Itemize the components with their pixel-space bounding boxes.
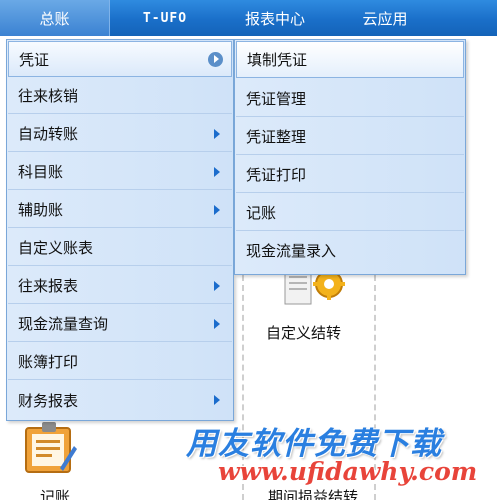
menu-item-cash-flow-query[interactable]: 现金流量查询	[8, 306, 232, 342]
menu-item-label: 财务报表	[18, 391, 79, 410]
submenu-item-label: 记账	[246, 203, 277, 222]
submenu-item-label: 凭证打印	[246, 165, 307, 184]
chevron-right-icon	[214, 129, 220, 139]
menu-item-custom-reports[interactable]: 自定义账表	[8, 230, 232, 266]
submenu-arrow-icon	[208, 52, 223, 67]
period-profit-loss-label: 期间损益结转	[268, 488, 359, 500]
menu-item-label: 现金流量查询	[18, 315, 109, 333]
top-menubar: 总账 T-UFO 报表中心 云应用	[0, 0, 497, 36]
menu-item-ar-ap-reports[interactable]: 往来报表	[8, 268, 232, 304]
menubar-general-ledger[interactable]: 总账	[0, 0, 110, 36]
menubar-t-ufo[interactable]: T-UFO	[110, 0, 220, 36]
menu-item-label: 自动转账	[18, 125, 79, 143]
submenu-item-post[interactable]: 记账	[236, 194, 464, 231]
menu-item-ledger-print[interactable]: 账簿打印	[8, 344, 232, 380]
chevron-right-icon	[214, 205, 220, 215]
chevron-right-icon	[214, 319, 220, 329]
submenu-item-voucher-management[interactable]: 凭证管理	[236, 80, 464, 117]
menu-item-label: 往来报表	[18, 277, 79, 295]
submenu-item-fill-voucher[interactable]: 填制凭证	[236, 41, 464, 78]
submenu-item-voucher-print[interactable]: 凭证打印	[236, 156, 464, 193]
menu-item-label: 凭证	[19, 50, 50, 69]
submenu-item-label: 现金流量录入	[246, 242, 337, 260]
menu-item-voucher[interactable]: 凭证	[8, 41, 232, 77]
submenu-item-label: 凭证管理	[246, 89, 307, 108]
chevron-right-icon	[214, 395, 220, 405]
menubar-cloud-apps[interactable]: 云应用	[330, 0, 440, 36]
menu-item-label: 账簿打印	[18, 353, 79, 371]
submenu-item-voucher-arrange[interactable]: 凭证整理	[236, 118, 464, 155]
submenu-item-cash-flow-entry[interactable]: 现金流量录入	[236, 232, 464, 269]
custom-close-label: 自定义结转	[266, 324, 342, 342]
general-ledger-dropdown: 凭证 往来核销 自动转账 科目账 辅助账 自定义账表 往来报表 现金流量查询 账…	[6, 39, 234, 421]
menu-item-auto-transfer[interactable]: 自动转账	[8, 116, 232, 152]
submenu-item-label: 填制凭证	[247, 51, 308, 69]
menu-item-label: 自定义账表	[18, 239, 94, 257]
chevron-right-icon	[214, 281, 220, 291]
post-voucher-label: 记账	[40, 488, 71, 500]
menu-item-account-ledger[interactable]: 科目账	[8, 154, 232, 190]
chevron-right-icon	[214, 167, 220, 177]
menu-item-label: 科目账	[18, 163, 64, 181]
menu-item-reconciliation[interactable]: 往来核销	[8, 78, 232, 114]
menu-item-label: 辅助账	[18, 201, 64, 219]
watermark-url: www.ufidawhy.com	[218, 457, 478, 486]
submenu-item-label: 凭证整理	[246, 127, 307, 146]
menubar-report-center[interactable]: 报表中心	[220, 0, 330, 36]
voucher-submenu: 填制凭证 凭证管理 凭证整理 凭证打印 记账 现金流量录入	[234, 39, 466, 275]
post-voucher-icon[interactable]	[20, 418, 78, 476]
menu-item-auxiliary-ledger[interactable]: 辅助账	[8, 192, 232, 228]
menu-item-financial-reports[interactable]: 财务报表	[8, 382, 232, 418]
menu-item-label: 往来核销	[18, 87, 79, 105]
